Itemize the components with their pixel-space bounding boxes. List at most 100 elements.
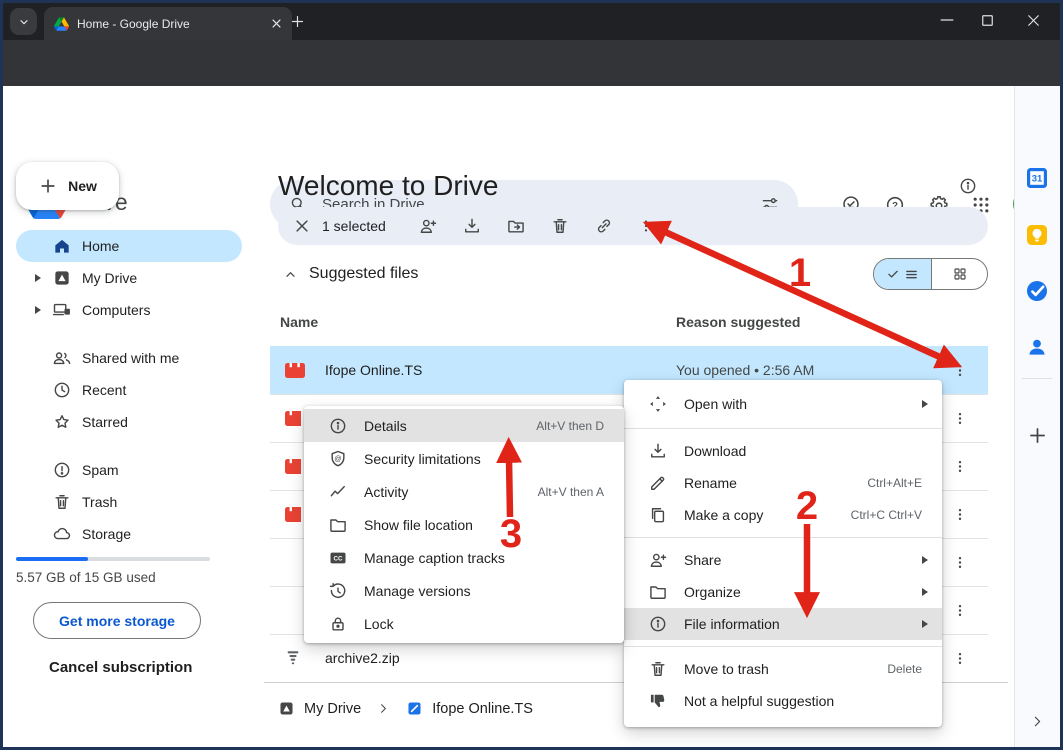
contacts-icon[interactable] [1026,336,1048,358]
sidebar-item-storage[interactable]: Storage [16,518,242,550]
submenu-item-manage-caption-tracks[interactable]: CC Manage caption tracks [304,541,624,574]
computers-icon [52,300,72,320]
grid-view-toggle[interactable] [931,259,987,289]
row-more-actions-kebab-icon[interactable] [952,456,968,476]
check-icon [886,267,900,281]
row-more-actions-kebab-icon[interactable] [952,552,968,572]
drive-header: Drive Search in Drive ? A [0,86,1063,150]
window-close-button[interactable] [1018,5,1048,35]
trash-icon [52,492,72,512]
trash-icon[interactable] [550,216,570,236]
suggested-files-section-header[interactable]: Suggested files [282,265,418,283]
submenu-arrow-icon [922,588,928,596]
cloud-icon [52,524,72,544]
list-view-toggle[interactable] [874,259,931,289]
trash-icon [648,659,668,679]
collapse-chevron-up-icon[interactable] [282,266,299,283]
annotation-label-1: 1 [789,251,811,295]
clear-selection-icon[interactable] [290,217,314,235]
share-person-add-icon [648,550,668,570]
sidebar-item-computers[interactable]: Computers [16,294,242,326]
submenu-item-lock[interactable]: Lock [304,607,624,640]
sidebar-item-spam[interactable]: Spam [16,454,242,486]
drive-favicon [54,17,69,31]
new-button[interactable]: New [16,162,119,210]
row-more-actions-kebab-icon[interactable] [952,504,968,524]
column-header-reason[interactable]: Reason suggested [676,314,800,330]
collapse-panel-chevron-icon[interactable] [1026,710,1048,732]
browser-tab[interactable]: Home - Google Drive [44,7,292,40]
share-person-add-icon[interactable] [418,216,438,236]
calendar-icon[interactable]: 31 [1026,167,1048,189]
menu-item-share[interactable]: Share [624,544,942,576]
view-toggle [873,258,988,290]
selected-file-icon [406,700,423,717]
annotation-arrow-1 [663,231,942,358]
my-drive-icon [278,700,295,717]
closed-captions-icon: CC [328,548,348,568]
breadcrumb-parent[interactable]: My Drive [304,701,361,717]
video-file-icon [285,459,301,474]
menu-item-move-to-trash[interactable]: Move to trash Delete [624,653,942,685]
submenu-item-show-file-location[interactable]: Show file location [304,508,624,541]
window-minimize-button[interactable] [932,5,962,35]
submenu-item-manage-versions[interactable]: Manage versions [304,574,624,607]
menu-item-open-with[interactable]: Open with [624,386,942,422]
sidebar-item-trash[interactable]: Trash [16,486,242,518]
sidebar-item-my-drive[interactable]: My Drive [16,262,242,294]
download-icon[interactable] [462,216,482,236]
file-reason: You opened • 2:56 AM [676,362,814,378]
sidebar-item-recent[interactable]: Recent [16,374,242,406]
tab-search-button[interactable] [10,8,37,35]
cancel-subscription-link[interactable]: Cancel subscription [49,659,192,676]
move-to-folder-icon[interactable] [506,216,526,236]
keep-notes-icon[interactable] [1026,224,1048,246]
video-file-icon [285,411,301,426]
spam-icon [52,460,72,480]
file-name[interactable]: archive2.zip [325,650,400,666]
row-more-actions-kebab-icon[interactable] [952,600,968,620]
add-panel-app-icon[interactable] [1026,424,1048,446]
sidebar-item-home[interactable]: Home [16,230,242,262]
submenu-item-activity[interactable]: Activity Alt+V then A [304,475,624,508]
home-filled-icon [52,236,72,256]
sidebar-item-starred[interactable]: Starred [16,406,242,438]
menu-item-not-helpful[interactable]: Not a helpful suggestion [624,685,942,717]
window-maximize-button[interactable] [972,5,1002,35]
storage-usage-text: 5.57 GB of 15 GB used [16,570,156,585]
copy-link-icon[interactable] [594,216,614,236]
breadcrumb: My Drive Ifope Online.TS [278,700,533,717]
row-more-actions-kebab-icon[interactable] [952,408,968,428]
video-file-icon [285,363,305,378]
get-more-storage-button[interactable]: Get more storage [33,602,201,639]
info-icon [648,614,668,634]
menu-item-download[interactable]: Download [624,435,942,467]
expand-chevron-icon[interactable] [35,306,41,314]
menu-item-organize[interactable]: Organize [624,576,942,608]
column-header-name[interactable]: Name [280,314,318,330]
menu-item-file-information[interactable]: File information [624,608,942,640]
selection-toolbar: 1 selected [278,207,988,245]
new-tab-button[interactable] [286,10,308,32]
tab-close-icon[interactable] [269,16,284,31]
sidebar-item-shared-with-me[interactable]: Shared with me [16,342,242,374]
menu-item-make-a-copy[interactable]: Make a copy Ctrl+C Ctrl+V [624,499,942,531]
tasks-icon[interactable] [1026,280,1048,302]
toolbar-more-actions-kebab-icon[interactable] [638,217,654,235]
info-icon[interactable] [956,174,980,198]
tab-title: Home - Google Drive [77,17,263,31]
folder-icon [648,582,668,602]
zip-file-icon [284,649,302,667]
menu-divider [624,646,942,647]
row-more-actions-kebab-icon[interactable] [952,360,968,380]
submenu-item-security-limitations[interactable]: @ Security limitations [304,442,624,475]
breadcrumb-current[interactable]: Ifope Online.TS [432,701,533,717]
expand-chevron-icon[interactable] [35,274,41,282]
submenu-item-details[interactable]: Details Alt+V then D [304,409,624,442]
svg-text:@: @ [334,455,341,463]
file-name[interactable]: Ifope Online.TS [325,362,422,378]
shared-people-icon [52,348,72,368]
selected-count: 1 selected [322,218,386,234]
menu-item-rename[interactable]: Rename Ctrl+Alt+E [624,467,942,499]
menu-divider [624,537,942,538]
